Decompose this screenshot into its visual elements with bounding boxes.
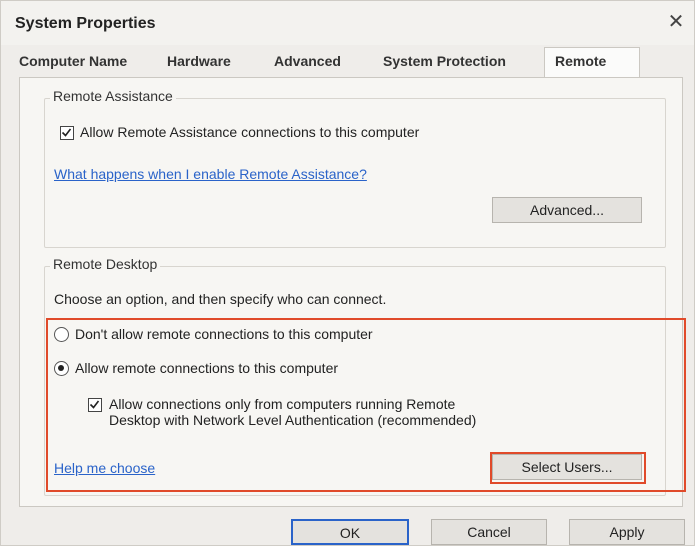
- apply-button[interactable]: Apply: [569, 519, 685, 545]
- tab-computer-name[interactable]: Computer Name: [19, 53, 127, 69]
- tab-strip: Computer Name Hardware Advanced System P…: [19, 47, 679, 77]
- tab-advanced[interactable]: Advanced: [274, 53, 341, 69]
- tab-system-protection[interactable]: System Protection: [383, 53, 506, 69]
- remote-assistance-help-link[interactable]: What happens when I enable Remote Assist…: [54, 166, 367, 182]
- tab-hardware[interactable]: Hardware: [167, 53, 231, 69]
- remote-desktop-instruction: Choose an option, and then specify who c…: [54, 291, 387, 307]
- select-users-highlight: [490, 452, 646, 484]
- tab-remote[interactable]: Remote: [544, 47, 640, 77]
- remote-assistance-title: Remote Assistance: [50, 88, 176, 104]
- remote-tab-panel: Remote Assistance Allow Remote Assistanc…: [19, 77, 686, 507]
- title-bar: System Properties ✕: [1, 1, 694, 45]
- allow-remote-assistance-checkbox[interactable]: [60, 126, 74, 140]
- advanced-button[interactable]: Advanced...: [492, 197, 642, 223]
- cancel-button[interactable]: Cancel: [431, 519, 547, 545]
- allow-remote-assistance-label: Allow Remote Assistance connections to t…: [80, 124, 420, 140]
- system-properties-window: System Properties ✕ Computer Name Hardwa…: [0, 0, 695, 546]
- checkmark-icon: [61, 128, 72, 137]
- remote-desktop-title: Remote Desktop: [50, 256, 161, 272]
- close-icon[interactable]: ✕: [664, 9, 688, 35]
- ok-button[interactable]: OK: [291, 519, 409, 545]
- window-title: System Properties: [15, 15, 156, 32]
